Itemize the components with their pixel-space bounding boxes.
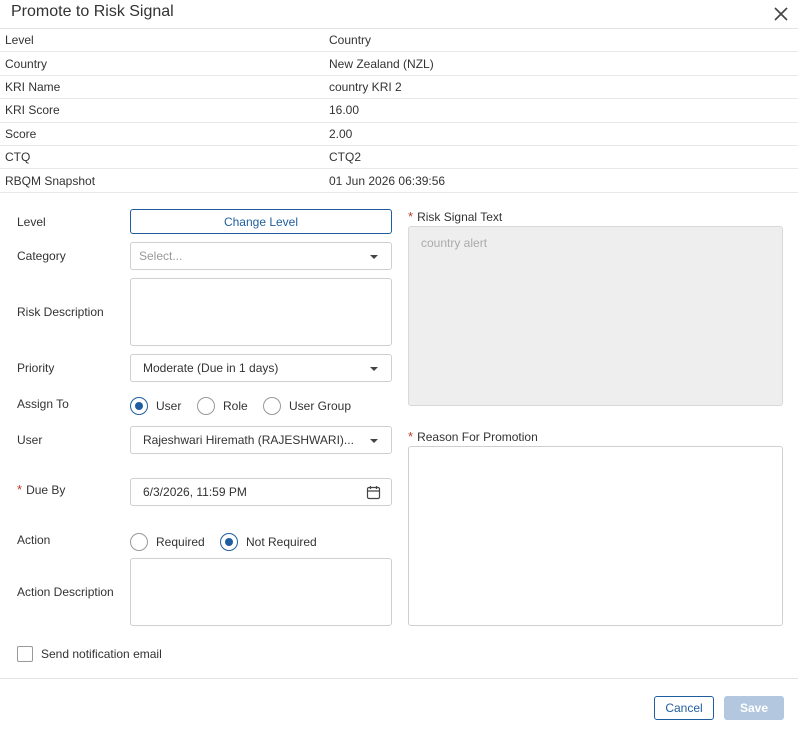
info-value: 01 Jun 2026 06:39:56 (329, 173, 446, 188)
info-table: Level Country Country New Zealand (NZL) … (0, 29, 798, 193)
dialog-title: Promote to Risk Signal (11, 3, 174, 20)
change-level-button[interactable]: Change Level (130, 209, 392, 234)
risk-description-label: Risk Description (17, 305, 104, 319)
assign-to-label: Assign To (17, 397, 69, 411)
required-marker: * (408, 209, 414, 224)
info-label: CTQ (5, 150, 31, 165)
assign-option-label: Role (223, 399, 248, 413)
required-marker: * (408, 429, 414, 444)
assign-radio-user-group[interactable]: User Group (263, 397, 351, 415)
assign-option-label: User (156, 399, 182, 413)
radio-unchecked-icon (197, 397, 215, 415)
chevron-down-icon (370, 439, 378, 443)
required-marker: * (17, 482, 23, 497)
priority-value: Moderate (Due in 1 days) (143, 361, 279, 375)
info-row-level: Level Country (0, 29, 798, 53)
info-row-rbqm-snapshot: RBQM Snapshot 01 Jun 2026 06:39:56 (0, 169, 798, 193)
category-label: Category (17, 249, 66, 263)
assign-radio-user[interactable]: User (130, 397, 181, 415)
info-value: country KRI 2 (329, 79, 402, 94)
info-row-kri-score: KRI Score 16.00 (0, 99, 798, 123)
reason-for-promotion-input[interactable] (408, 446, 783, 626)
action-option-label: Required (156, 535, 205, 549)
priority-select[interactable]: Moderate (Due in 1 days) (130, 354, 392, 382)
due-by-label: Due By (26, 483, 66, 497)
due-by-value: 6/3/2026, 11:59 PM (143, 485, 247, 499)
radio-unchecked-icon (263, 397, 281, 415)
radio-checked-icon (130, 397, 148, 415)
category-placeholder: Select... (139, 249, 183, 263)
due-by-input[interactable]: 6/3/2026, 11:59 PM (130, 478, 392, 506)
action-description-label: Action Description (17, 585, 114, 599)
chevron-down-icon (370, 367, 378, 371)
action-description-input[interactable] (130, 558, 392, 626)
info-value: 16.00 (329, 103, 360, 118)
info-value: CTQ2 (329, 150, 362, 165)
info-label: KRI Score (5, 103, 60, 118)
user-select[interactable]: Rajeshwari Hiremath (RAJESHWARI)... (130, 426, 392, 454)
risk-signal-text-label: Risk Signal Text (417, 210, 503, 224)
due-by-label-wrap: * Due By (17, 482, 65, 497)
info-row-kri-name: KRI Name country KRI 2 (0, 76, 798, 100)
chevron-down-icon (370, 255, 378, 259)
calendar-icon[interactable] (366, 485, 381, 500)
info-row-score: Score 2.00 (0, 123, 798, 146)
info-label: Score (5, 126, 37, 141)
close-icon[interactable] (771, 4, 791, 24)
checkbox-icon (17, 646, 33, 662)
info-label: Country (5, 56, 48, 71)
radio-unchecked-icon (130, 533, 148, 551)
info-row-ctq: CTQ CTQ2 (0, 146, 798, 170)
radio-checked-icon (220, 533, 238, 551)
cancel-button[interactable]: Cancel (654, 696, 714, 720)
risk-signal-text-area: country alert (408, 226, 783, 406)
assign-radio-role[interactable]: Role (197, 397, 248, 415)
action-radio-required[interactable]: Required (130, 533, 205, 551)
reason-label-wrap: * Reason For Promotion (408, 429, 538, 444)
category-select[interactable]: Select... (130, 242, 392, 270)
risk-description-input[interactable] (130, 278, 392, 346)
send-notification-checkbox[interactable]: Send notification email (17, 646, 162, 662)
save-button[interactable]: Save (724, 696, 784, 720)
action-radio-not-required[interactable]: Not Required (220, 533, 317, 551)
priority-label: Priority (17, 361, 55, 375)
risk-signal-text-value: country alert (421, 236, 488, 250)
reason-label: Reason For Promotion (417, 430, 538, 444)
user-label: User (17, 433, 43, 447)
action-option-label: Not Required (246, 535, 317, 549)
info-value: 2.00 (329, 126, 353, 141)
level-label: Level (17, 215, 46, 229)
info-value: Country (329, 33, 372, 48)
user-value: Rajeshwari Hiremath (RAJESHWARI)... (143, 433, 354, 447)
info-row-country: Country New Zealand (NZL) (0, 52, 798, 76)
dialog-header: Promote to Risk Signal (0, 0, 798, 29)
footer-divider (0, 678, 798, 679)
info-label: RBQM Snapshot (5, 173, 96, 188)
action-label: Action (17, 533, 51, 547)
assign-option-label: User Group (289, 399, 352, 413)
send-notification-label: Send notification email (41, 647, 162, 661)
risk-signal-text-label-wrap: * Risk Signal Text (408, 209, 502, 224)
info-label: KRI Name (5, 79, 61, 94)
info-value: New Zealand (NZL) (329, 56, 434, 71)
info-label: Level (5, 33, 34, 48)
